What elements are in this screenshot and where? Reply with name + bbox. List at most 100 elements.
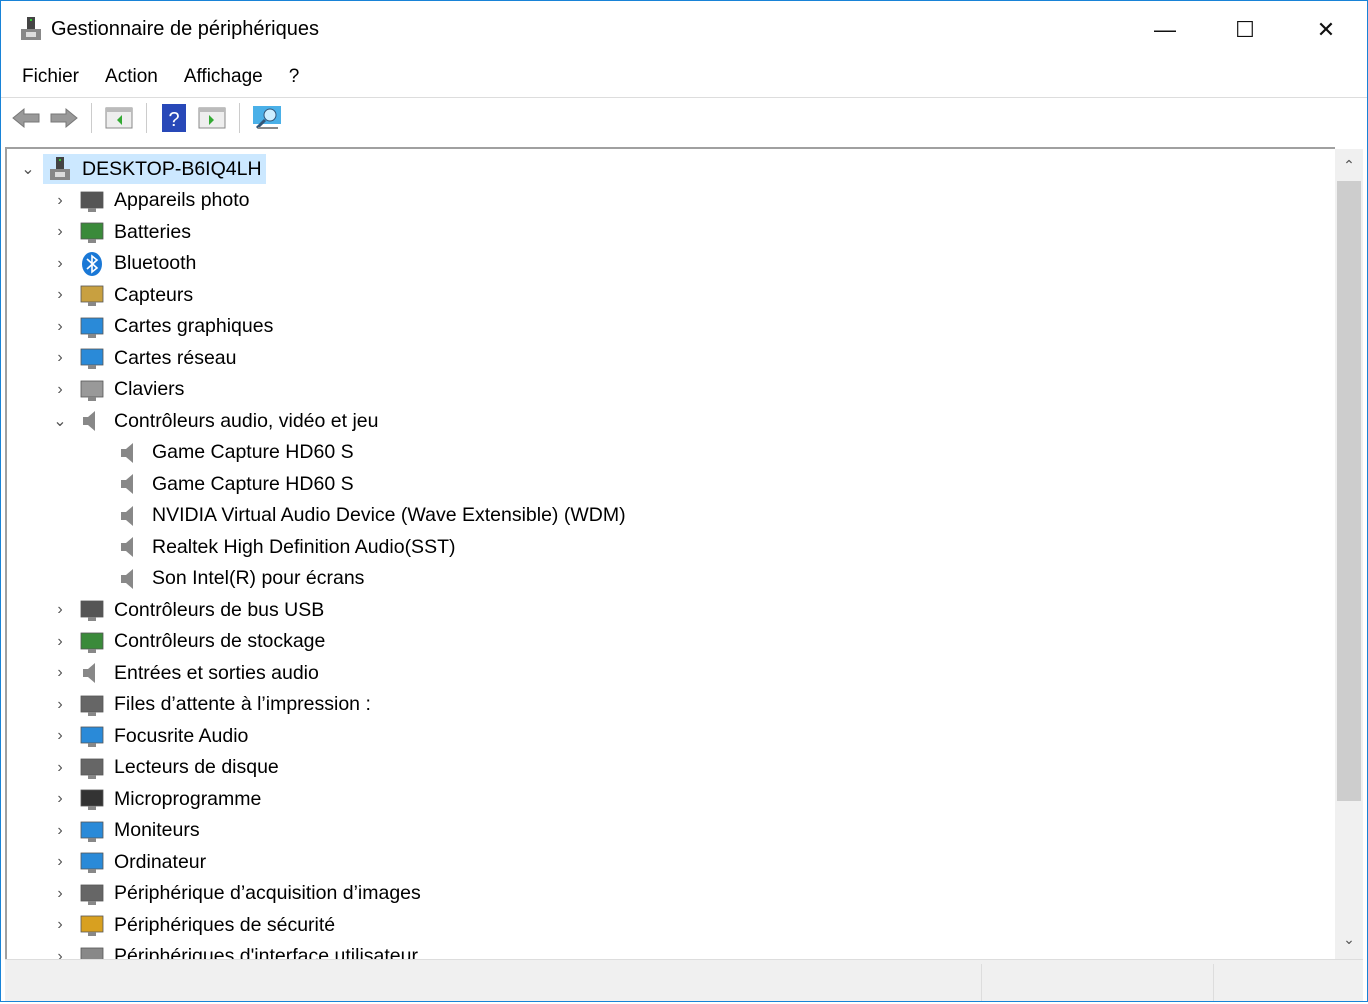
chevron-right-icon[interactable]: › xyxy=(53,255,67,273)
speaker-icon xyxy=(117,471,143,497)
menu-help[interactable]: ? xyxy=(276,61,313,95)
tree-item[interactable]: Game Capture HD60 S xyxy=(7,438,354,468)
toolbar-separator xyxy=(239,102,240,133)
svg-text:?: ? xyxy=(168,109,179,131)
tree-item-label: Game Capture HD60 S xyxy=(152,472,354,495)
chevron-right-icon[interactable]: › xyxy=(53,349,67,367)
tree-root[interactable]: ⌄ DESKTOP-B6IQ4LH xyxy=(21,154,266,184)
minimize-button[interactable]: — xyxy=(1125,1,1205,59)
chevron-right-icon[interactable]: › xyxy=(53,664,67,682)
help-button[interactable]: ? xyxy=(157,102,191,134)
network-adapter-icon xyxy=(79,723,105,749)
tree-item[interactable]: › Moniteurs xyxy=(53,816,200,846)
chevron-right-icon[interactable]: › xyxy=(53,790,67,808)
chevron-right-icon[interactable]: › xyxy=(53,759,67,777)
chevron-right-icon[interactable]: › xyxy=(53,853,67,871)
chevron-right-icon[interactable]: › xyxy=(53,727,67,745)
tree-item[interactable]: › Contrôleurs de bus USB xyxy=(53,595,324,625)
tree-item[interactable]: › Appareils photo xyxy=(53,186,250,216)
chevron-right-icon[interactable]: › xyxy=(53,633,67,651)
tree-item[interactable]: › Lecteurs de disque xyxy=(53,753,279,783)
speaker-icon xyxy=(117,503,143,529)
storage-controller-icon xyxy=(79,629,105,655)
tree-item[interactable]: › Batteries xyxy=(53,217,191,247)
chevron-right-icon[interactable]: › xyxy=(53,948,67,960)
chevron-right-icon[interactable]: › xyxy=(53,822,67,840)
tree-item[interactable]: › Capteurs xyxy=(53,280,193,310)
tree-item-label: Périphérique d’acquisition d’images xyxy=(114,882,421,904)
tree-item-label: Périphériques d'interface utilisateur xyxy=(114,945,418,959)
security-device-icon xyxy=(79,912,105,938)
network-adapter-icon xyxy=(79,345,105,371)
tree-item[interactable]: › Périphériques de sécurité xyxy=(53,910,335,940)
display-adapter-icon xyxy=(79,314,105,340)
monitor-icon xyxy=(79,818,105,844)
tree-item[interactable]: ⌄ Contrôleurs audio, vidéo et jeu xyxy=(53,406,378,436)
scan-hardware-icon xyxy=(253,105,281,129)
chevron-down-icon[interactable]: ⌄ xyxy=(21,159,35,179)
tree-item[interactable]: Realtek High Definition Audio(SST) xyxy=(7,532,455,562)
tree-item[interactable]: › Bluetooth xyxy=(53,249,196,279)
tree-item[interactable]: › Cartes réseau xyxy=(53,343,236,373)
tree-item-label: Ordinateur xyxy=(114,850,207,873)
tree-item[interactable]: › Périphériques d'interface utilisateur xyxy=(53,942,418,960)
scroll-up-icon[interactable]: ⌃ xyxy=(1335,157,1363,174)
tree-item[interactable]: › Entrées et sorties audio xyxy=(53,658,319,688)
maximize-button[interactable]: ☐ xyxy=(1205,1,1285,59)
tree-item[interactable]: › Claviers xyxy=(53,375,184,405)
show-hide-console-tree-button[interactable] xyxy=(102,102,136,134)
menu-action[interactable]: Action xyxy=(92,61,171,95)
toolbar-separator xyxy=(91,102,92,133)
tree-item-label: Lecteurs de disque xyxy=(114,756,279,778)
menu-bar: Fichier Action Affichage ? xyxy=(1,61,312,95)
status-divider xyxy=(1213,964,1214,1001)
chevron-right-icon[interactable]: › xyxy=(53,286,67,304)
chevron-right-icon[interactable]: › xyxy=(53,381,67,399)
chevron-right-icon[interactable]: › xyxy=(53,223,67,241)
hid-icon xyxy=(79,944,105,959)
close-button[interactable]: ✕ xyxy=(1286,1,1366,59)
menu-fichier[interactable]: Fichier xyxy=(9,61,92,95)
tree-item-label: Capteurs xyxy=(114,283,194,306)
usb-icon xyxy=(79,597,105,623)
sensor-icon xyxy=(79,282,105,308)
scan-hardware-button[interactable] xyxy=(250,102,284,134)
chevron-right-icon[interactable]: › xyxy=(53,601,67,619)
tree-item[interactable]: NVIDIA Virtual Audio Device (Wave Extens… xyxy=(7,501,626,531)
forward-icon xyxy=(50,107,78,128)
chevron-down-icon[interactable]: ⌄ xyxy=(53,411,67,431)
scrollbar-thumb[interactable] xyxy=(1337,181,1361,801)
tree-item[interactable]: Game Capture HD60 S xyxy=(7,469,354,499)
tree-item-label: Périphériques de sécurité xyxy=(114,913,336,936)
chevron-right-icon[interactable]: › xyxy=(53,318,67,336)
menu-affichage[interactable]: Affichage xyxy=(171,61,276,95)
tree-item-label: Microprogramme xyxy=(114,787,262,810)
chevron-right-icon[interactable]: › xyxy=(53,885,67,903)
show-hide-action-pane-button[interactable] xyxy=(195,102,229,134)
chevron-right-icon[interactable]: › xyxy=(53,916,67,934)
tree-item[interactable]: › Périphérique d’acquisition d’images xyxy=(53,879,421,909)
speaker-icon xyxy=(117,566,143,592)
tree-item-label: Claviers xyxy=(114,378,185,400)
tree-item[interactable]: › Contrôleurs de stockage xyxy=(53,627,325,657)
tree-item-label: Files d’attente à l’impression : xyxy=(114,693,371,715)
tree-item-label: Realtek High Definition Audio(SST) xyxy=(152,535,456,558)
device-manager-window: Gestionnaire de périphériques — ☐ ✕ Fich… xyxy=(0,0,1368,1002)
camera-icon xyxy=(79,188,105,214)
chevron-right-icon[interactable]: › xyxy=(53,696,67,714)
firmware-icon xyxy=(79,786,105,812)
scroll-down-icon[interactable]: ⌄ xyxy=(1335,931,1363,948)
tree-item[interactable]: › Ordinateur xyxy=(53,847,206,877)
tree-item[interactable]: Son Intel(R) pour écrans xyxy=(7,564,364,594)
tree-item[interactable]: › Microprogramme xyxy=(53,784,261,814)
device-tree: ⌄ DESKTOP-B6IQ4LH › Appareils photo › Batte… xyxy=(5,147,1335,959)
tree-item[interactable]: › Cartes graphiques xyxy=(53,312,273,342)
tree-item[interactable]: › Files d’attente à l’impression : xyxy=(53,690,371,720)
tree-item[interactable]: › Focusrite Audio xyxy=(53,721,248,751)
tree-item-label: Cartes réseau xyxy=(114,346,237,369)
forward-button[interactable] xyxy=(47,102,81,134)
back-button[interactable] xyxy=(9,102,43,134)
show-hide-action-pane-icon xyxy=(198,107,226,128)
chevron-right-icon[interactable]: › xyxy=(53,192,67,210)
speaker-icon xyxy=(79,660,105,686)
